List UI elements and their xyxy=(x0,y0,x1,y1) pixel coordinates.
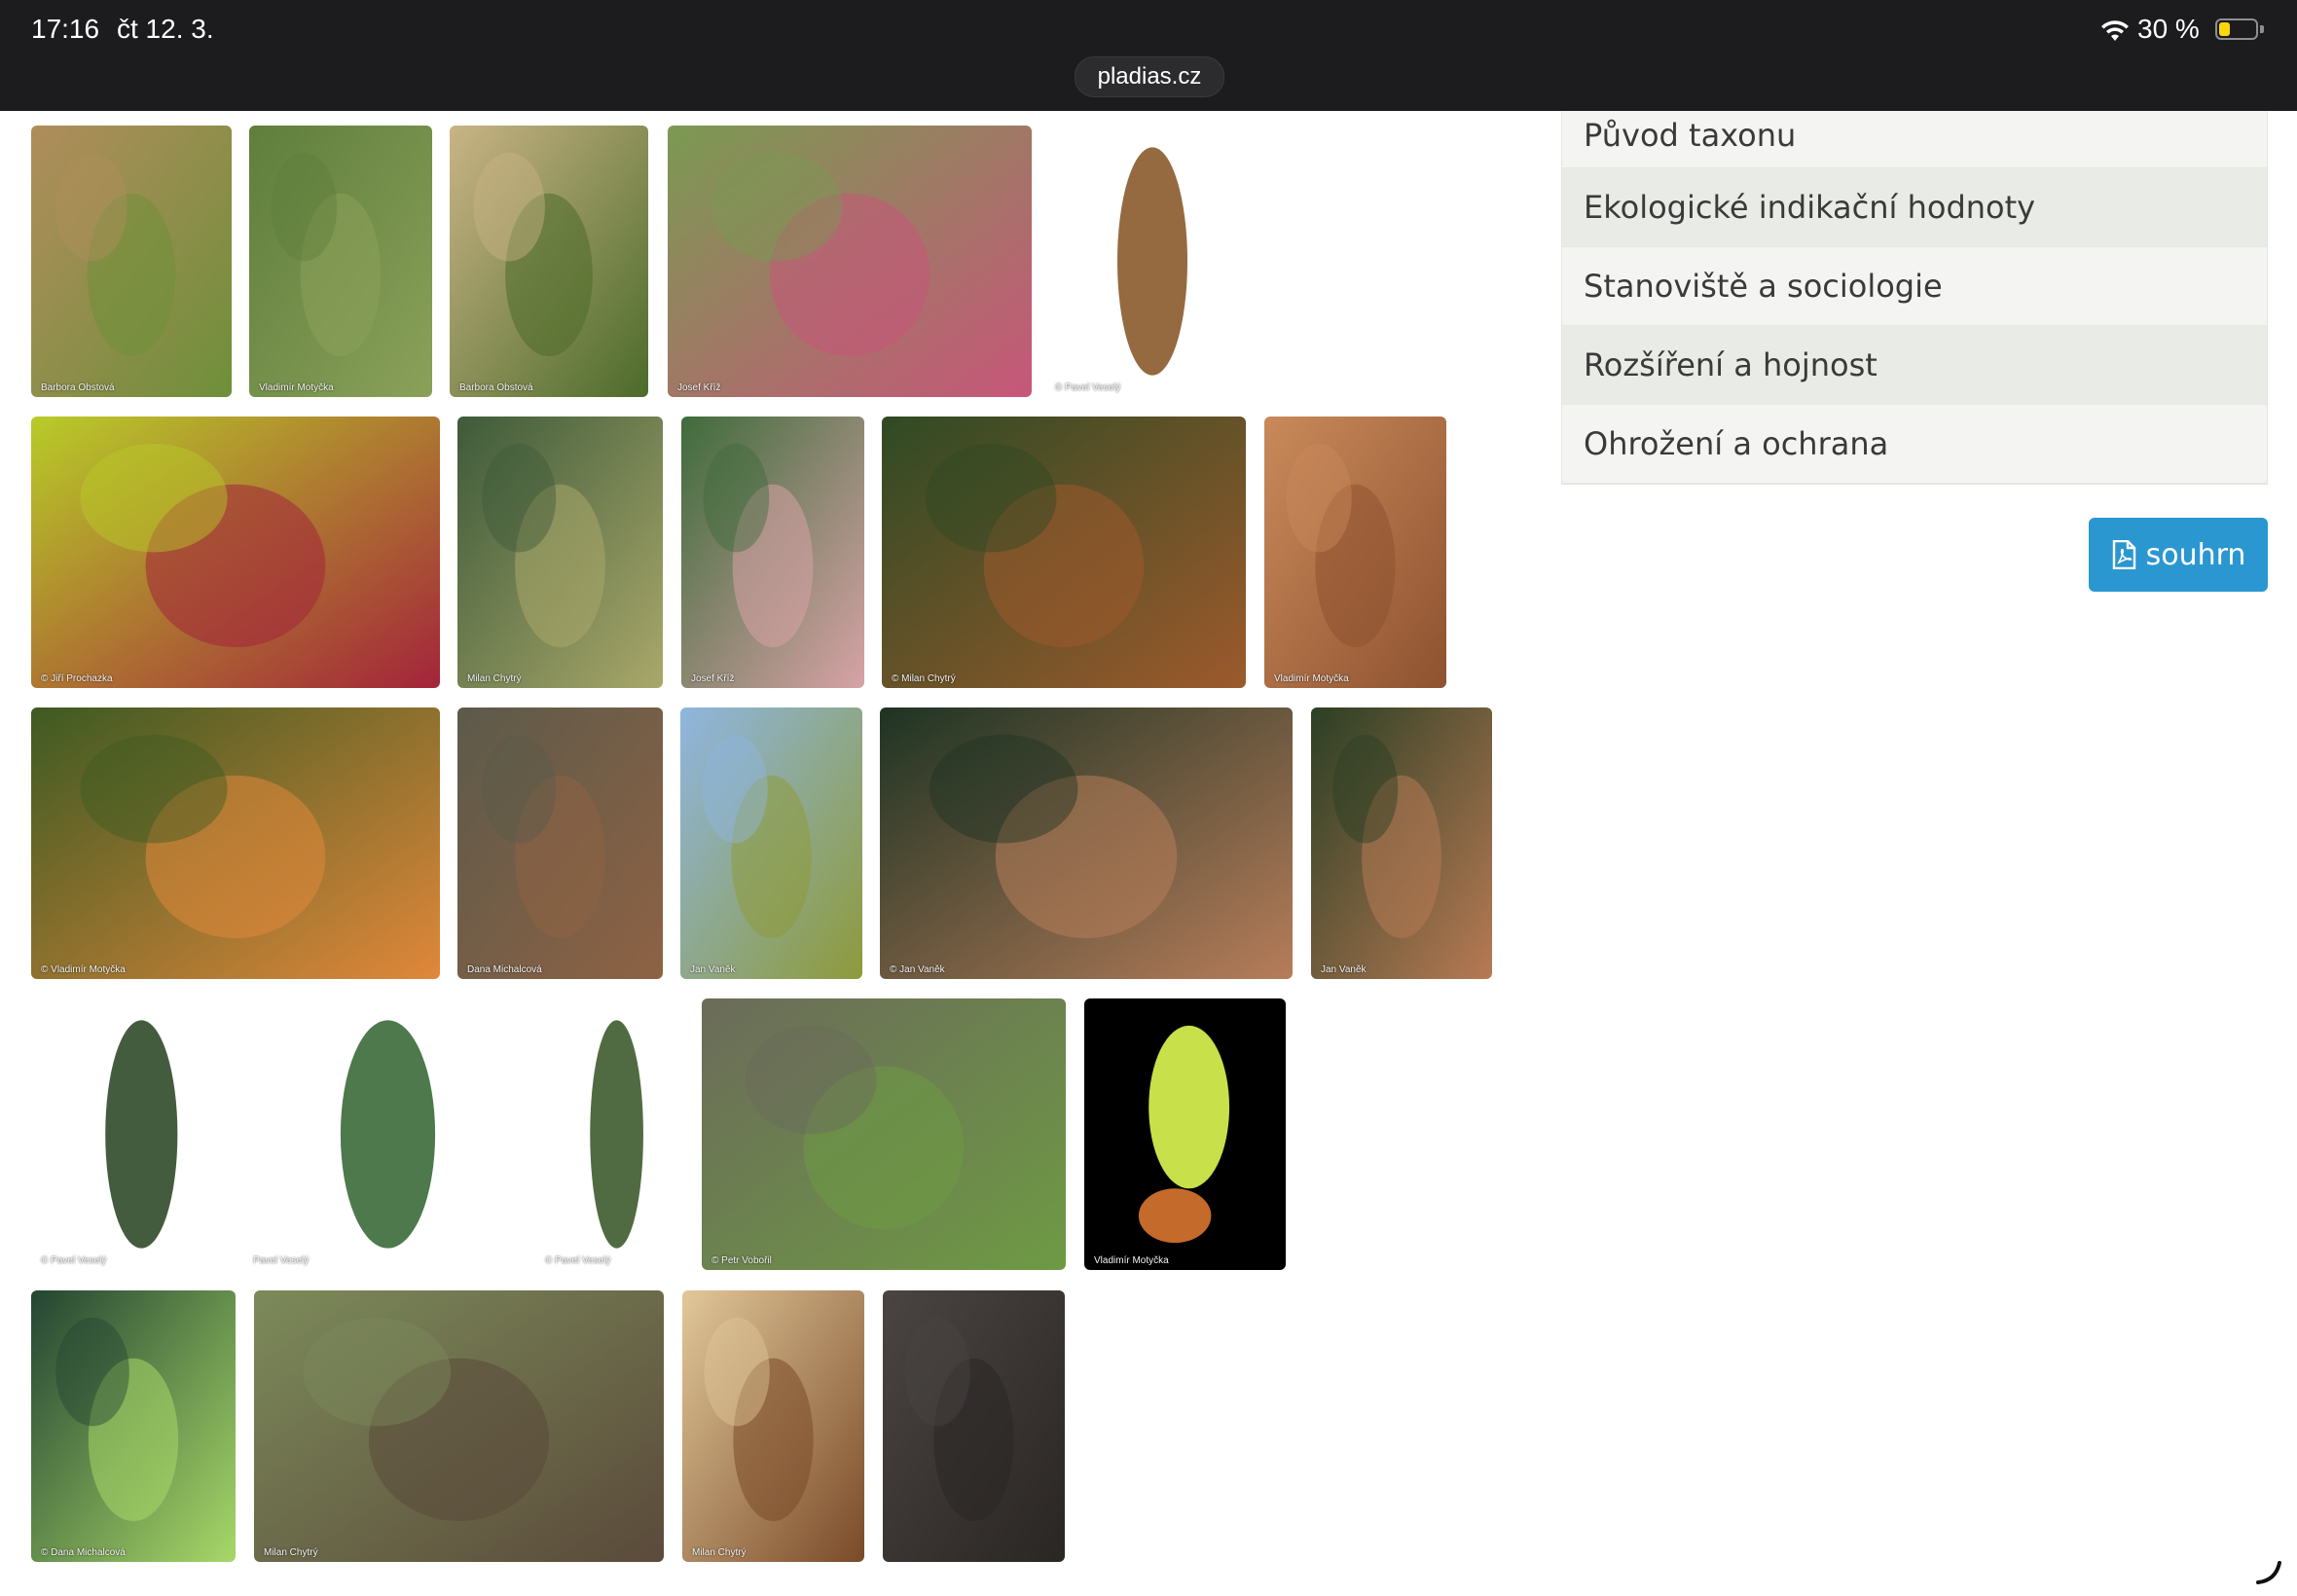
section-menu: Původ taxonu Ekologické indikační hodnot… xyxy=(1561,111,2268,485)
shoot-herbarium-photo[interactable]: © Pavel Veselý xyxy=(535,998,683,1270)
green-cones-photo[interactable]: Milan Chytrý xyxy=(457,417,663,688)
two-cones-photo-image xyxy=(882,417,1246,688)
small-spruce-meadow-photo-image xyxy=(450,126,648,397)
forest-roots-photo[interactable]: Milan Chytrý xyxy=(254,1290,664,1562)
battery-icon xyxy=(2215,18,2258,40)
branch-buds-photo-image xyxy=(702,998,1066,1270)
seedling-photo-image xyxy=(31,126,232,397)
photo-credit: Vladimír Motyčka xyxy=(259,382,334,393)
url-text: pladias.cz xyxy=(1097,63,1202,90)
summary-button-label: souhrn xyxy=(2145,537,2246,572)
treetop-cones-photo-image xyxy=(680,707,862,979)
open-cones-photo-image xyxy=(31,707,440,979)
young-spruce-photo[interactable]: Vladimír Motyčka xyxy=(249,126,432,397)
fallen-cone-photo[interactable]: Dana Michalcová xyxy=(457,707,663,979)
fresh-shoots-photo-image xyxy=(31,1290,236,1562)
photo-credit: Barbora Obstová xyxy=(459,382,533,393)
fallen-cone-photo-image xyxy=(457,707,663,979)
battery-level xyxy=(2219,22,2230,36)
cone-scales-closeup-photo[interactable]: Vladimír Motyčka xyxy=(1264,417,1446,688)
young-spruce-photo-image xyxy=(249,126,432,397)
needles-closeup-photo-image xyxy=(243,998,506,1270)
clock: 17:16 xyxy=(31,14,100,44)
new-shoot-black-photo[interactable]: Vladimír Motyčka xyxy=(1084,998,1286,1270)
menu-item-ohrozeni[interactable]: Ohrožení a ochrana xyxy=(1562,405,2267,484)
twig-herbarium-photo[interactable]: © Pavel Veselý xyxy=(31,998,232,1270)
photo-credit: Vladimír Motyčka xyxy=(1094,1255,1169,1266)
photo-credit: © Petr Vobořil xyxy=(711,1255,772,1266)
seedling-photo[interactable]: Barbora Obstová xyxy=(31,126,232,397)
menu-item-stanoviste[interactable]: Stanoviště a sociologie xyxy=(1562,247,2267,326)
branch-red-cones-photo-image xyxy=(668,126,1032,397)
small-spruce-meadow-photo[interactable]: Barbora Obstová xyxy=(450,126,648,397)
photo-credit: Vladimír Motyčka xyxy=(1274,673,1349,684)
bark-photo[interactable] xyxy=(883,1290,1065,1562)
trunk-cross-section-photo-image xyxy=(682,1290,864,1562)
two-cones-photo[interactable]: © Milan Chytrý xyxy=(882,417,1246,688)
bark-photo-image xyxy=(883,1290,1065,1562)
pink-cone-photo-image xyxy=(681,417,864,688)
menu-item-rozsireni[interactable]: Rozšíření a hojnost xyxy=(1562,326,2267,405)
photo-credit: Barbora Obstová xyxy=(41,382,115,393)
trunk-cross-section-photo[interactable]: Milan Chytrý xyxy=(682,1290,864,1562)
summary-pdf-button[interactable]: souhrn xyxy=(2089,518,2268,592)
branch-buds-photo[interactable]: © Petr Vobořil xyxy=(702,998,1066,1270)
cone-scales-closeup-photo-image xyxy=(1264,417,1446,688)
battery-tip xyxy=(2260,25,2264,33)
photo-credit: © Jiří Prochazka xyxy=(41,673,113,684)
menu-item-ekologicke-hodnoty[interactable]: Ekologické indikační hodnoty xyxy=(1562,168,2267,247)
photo-credit: © Pavel Veselý xyxy=(545,1255,611,1266)
cones-cluster-photo-image xyxy=(1311,707,1492,979)
green-cones-photo-image xyxy=(457,417,663,688)
pdf-file-icon xyxy=(2112,540,2135,569)
twig-herbarium-photo-image xyxy=(31,998,232,1270)
cone-with-ruler-photo[interactable]: © Pavel Veselý xyxy=(1045,126,1240,397)
photo-credit: Pavel Veselý xyxy=(253,1255,310,1266)
photo-credit: © Dana Michalcová xyxy=(41,1547,126,1558)
cone-with-ruler-photo-image xyxy=(1045,126,1240,397)
photo-credit: © Jan Vaněk xyxy=(890,964,945,975)
browser-status-bar: 17:16 čt 12. 3. pladias.cz 30 % xyxy=(0,0,2297,111)
photo-credit: Milan Chytrý xyxy=(467,673,522,684)
new-shoot-black-photo-image xyxy=(1084,998,1286,1270)
photo-credit: © Vladimír Motyčka xyxy=(41,964,126,975)
needles-closeup-photo[interactable]: Pavel Veselý xyxy=(243,998,506,1270)
wifi-icon xyxy=(2101,20,2129,41)
pink-cone-photo[interactable]: Josef Kříž xyxy=(681,417,864,688)
date: čt 12. 3. xyxy=(117,14,214,44)
photo-credit: Jan Vaněk xyxy=(690,964,736,975)
photo-credit: Josef Kříž xyxy=(677,382,721,393)
photo-credit: © Pavel Veselý xyxy=(1055,382,1121,393)
shoot-herbarium-photo-image xyxy=(535,998,683,1270)
photo-credit: Dana Michalcová xyxy=(467,964,542,975)
treetop-cones-photo[interactable]: Jan Vaněk xyxy=(680,707,862,979)
branch-red-cones-photo[interactable]: Josef Kříž xyxy=(668,126,1032,397)
hanging-cones-photo-image xyxy=(880,707,1293,979)
photo-credit: © Pavel Veselý xyxy=(41,1255,107,1266)
red-flower-cones-photo[interactable]: © Jiří Prochazka xyxy=(31,417,440,688)
cones-cluster-photo[interactable]: Jan Vaněk xyxy=(1311,707,1492,979)
red-flower-cones-photo-image xyxy=(31,417,440,688)
photo-credit: Jan Vaněk xyxy=(1321,964,1367,975)
hanging-cones-photo[interactable]: © Jan Vaněk xyxy=(880,707,1293,979)
photo-credit: Milan Chytrý xyxy=(692,1547,747,1558)
battery-percentage: 30 % xyxy=(2137,14,2200,44)
photo-credit: Milan Chytrý xyxy=(264,1547,318,1558)
address-bar[interactable]: pladias.cz xyxy=(1075,56,1224,97)
menu-item-puvod-taxonu[interactable]: Původ taxonu xyxy=(1562,111,2267,168)
fresh-shoots-photo[interactable]: © Dana Michalcová xyxy=(31,1290,236,1562)
forest-roots-photo-image xyxy=(254,1290,664,1562)
photo-credit: Josef Kříž xyxy=(691,673,735,684)
open-cones-photo[interactable]: © Vladimír Motyčka xyxy=(31,707,440,979)
photo-credit: © Milan Chytrý xyxy=(892,673,956,684)
loading-indicator-icon xyxy=(2256,1561,2281,1584)
